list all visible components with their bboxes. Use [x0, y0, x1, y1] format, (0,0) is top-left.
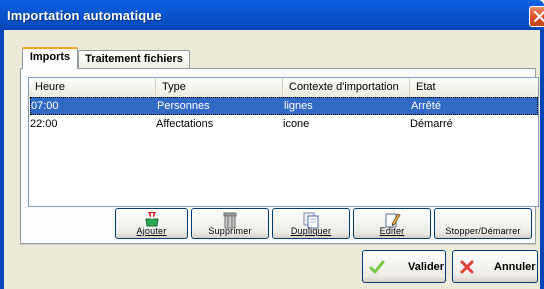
duplicate-button-label: Dupliquer [290, 226, 332, 236]
table-header: Heure Type Contexte d'importation Etat [29, 78, 538, 99]
cell-contexte: icone [283, 118, 310, 130]
tab-imports[interactable]: Imports [22, 47, 78, 69]
close-button[interactable] [529, 6, 544, 27]
cell-etat: Arrêté [411, 100, 441, 112]
x-icon [460, 260, 474, 274]
tab-traitement-fichiers[interactable]: Traitement fichiers [78, 50, 190, 68]
tab-traitement-fichiers-label: Traitement fichiers [85, 53, 183, 65]
window-title: Importation automatique [7, 8, 162, 23]
column-header-etat[interactable]: Etat [410, 78, 538, 97]
check-icon [369, 260, 385, 274]
imports-table[interactable]: Heure Type Contexte d'importation Etat 0… [28, 77, 539, 207]
valider-button[interactable]: Valider [362, 250, 446, 283]
column-header-heure[interactable]: Heure [29, 78, 156, 97]
table-row[interactable]: 22:00 Affectations icone Démarré [30, 116, 538, 134]
add-button-label: Ajouter [136, 226, 167, 236]
annuler-button[interactable]: Annuler [452, 250, 538, 283]
cell-type: Affectations [156, 118, 214, 130]
valider-button-label: Valider [408, 261, 445, 273]
start-stop-button-label: Stopper/Démarrer [445, 226, 521, 236]
delete-button[interactable]: Supprimer [191, 208, 269, 239]
column-header-type[interactable]: Type [156, 78, 283, 97]
edit-button[interactable]: Editer [353, 208, 431, 239]
table-row[interactable]: 07:00 Personnes lignes Arrêté [30, 97, 538, 115]
cell-heure: 07:00 [31, 100, 59, 112]
edit-button-label: Editer [379, 226, 405, 236]
add-button[interactable]: Ajouter [115, 208, 188, 239]
delete-button-label: Supprimer [208, 226, 252, 236]
cell-etat: Démarré [410, 118, 453, 130]
import-dialog: Importation automatique Imports Traiteme… [0, 0, 544, 289]
duplicate-button[interactable]: Dupliquer [272, 208, 350, 239]
annuler-button-label: Annuler [494, 261, 536, 273]
cell-contexte: lignes [284, 100, 313, 112]
cell-type: Personnes [157, 100, 210, 112]
close-icon [534, 11, 544, 22]
cell-heure: 22:00 [30, 118, 58, 130]
window-border-right [540, 30, 544, 289]
title-bar[interactable]: Importation automatique [0, 0, 544, 30]
column-header-contexte[interactable]: Contexte d'importation [283, 78, 410, 97]
window-border-left [0, 30, 4, 289]
add-icon [144, 212, 159, 227]
tab-imports-label: Imports [29, 51, 71, 63]
start-stop-button[interactable]: Stopper/Démarrer [434, 208, 532, 239]
